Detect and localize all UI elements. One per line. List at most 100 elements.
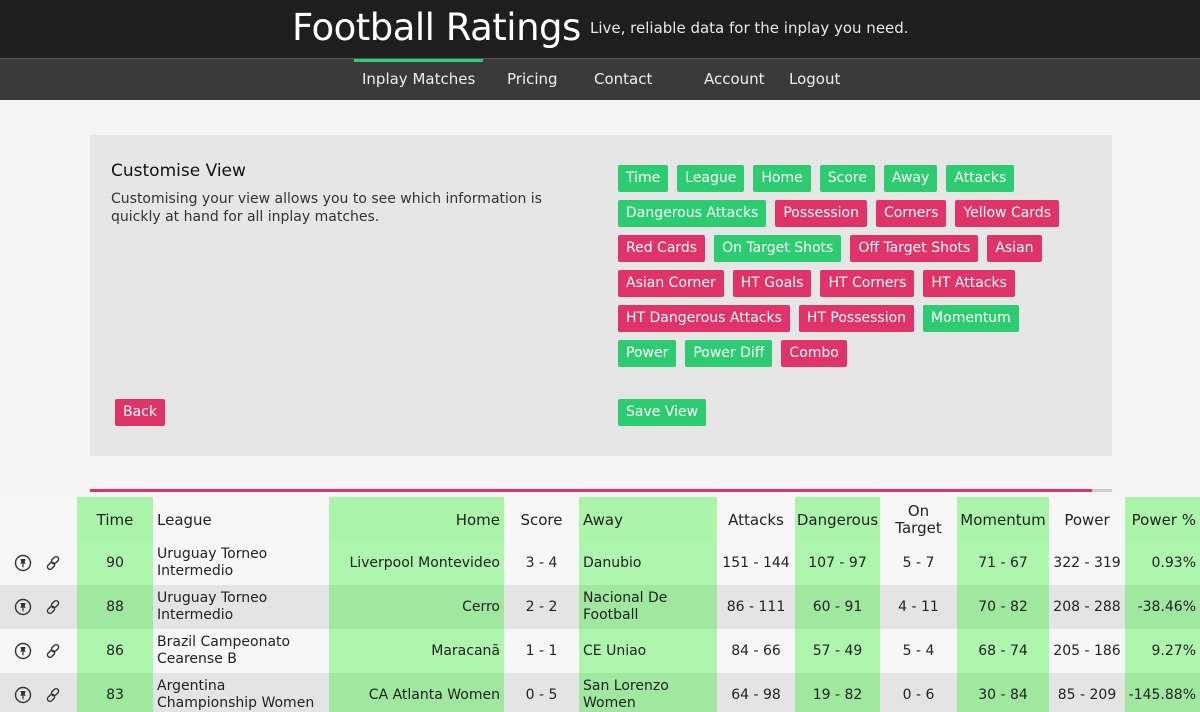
cell-text: 4 - 11 [898, 598, 939, 615]
toggle-ht-possession[interactable]: HT Possession [798, 305, 915, 332]
cell-text: 322 - 319 [1053, 554, 1121, 571]
cell-momentum: 68 - 74 [957, 629, 1049, 673]
cell-power-pct: -38.46% [1125, 585, 1200, 629]
cell-text: San Lorenzo Women [583, 678, 669, 711]
col-header-league[interactable]: League [153, 497, 329, 541]
cell-home: Cerro [329, 585, 504, 629]
nav-contact[interactable]: Contact [594, 70, 652, 88]
col-header-away[interactable]: Away [579, 497, 717, 541]
toggle-dangerous-attacks[interactable]: Dangerous Attacks [618, 200, 767, 227]
toggle-ht-corners[interactable]: HT Corners [820, 270, 915, 297]
toggle-league[interactable]: League [677, 165, 745, 192]
site-header: Football Ratings Live, reliable data for… [0, 0, 1200, 58]
cell-text: 208 - 288 [1053, 598, 1121, 615]
table-row[interactable]: 88 Uruguay Torneo Intermedio Cerro 2 - 2 Nac… [0, 585, 1200, 629]
panel-title: Customise View [111, 161, 246, 181]
cell-dangerous: 19 - 82 [795, 673, 880, 712]
site-title[interactable]: Football Ratings [292, 6, 581, 49]
progress-fill [90, 489, 1092, 492]
cell-home: CA Atlanta Women [329, 673, 504, 712]
row-actions [0, 629, 77, 673]
toggle-power[interactable]: Power [618, 340, 677, 367]
cell-text: CE Uniao [583, 642, 647, 659]
toggle-red-cards[interactable]: Red Cards [618, 235, 706, 262]
col-header-momentum[interactable]: Momentum [957, 497, 1049, 541]
pin-icon[interactable] [14, 598, 32, 616]
toggle-possession[interactable]: Possession [775, 200, 867, 227]
save-view-button[interactable]: Save View [618, 399, 707, 426]
cell-text: 88 [106, 598, 124, 615]
cell-text: 5 - 7 [902, 554, 935, 571]
col-header-score[interactable]: Score [504, 497, 579, 541]
cell-home: Liverpool Montevideo [329, 541, 504, 585]
pin-icon[interactable] [14, 686, 32, 704]
cell-attacks: 84 - 66 [717, 629, 795, 673]
cell-score: 2 - 2 [504, 585, 579, 629]
cell-attacks: 151 - 144 [717, 541, 795, 585]
toggle-time[interactable]: Time [618, 165, 669, 192]
cell-momentum: 30 - 84 [957, 673, 1049, 712]
pin-icon[interactable] [14, 554, 32, 572]
table-row[interactable]: 83 Argentina Championship Women CA Atlanta… [0, 673, 1200, 712]
row-actions [0, 541, 77, 585]
nav-inplay-matches[interactable]: Inplay Matches [353, 59, 484, 88]
chip-row: Power Power Diff Combo [618, 340, 1088, 367]
toggle-ht-attacks[interactable]: HT Attacks [923, 270, 1015, 297]
col-header-on-target[interactable]: On Target [880, 497, 957, 541]
col-header-power[interactable]: Power [1049, 497, 1125, 541]
toggle-score[interactable]: Score [819, 165, 875, 192]
toggle-ht-dangerous-attacks[interactable]: HT Dangerous Attacks [618, 305, 790, 332]
table-row[interactable]: 90 Uruguay Torneo Intermedio Liverpool Mon… [0, 541, 1200, 585]
back-button[interactable]: Back [115, 399, 165, 426]
col-header-attacks[interactable]: Attacks [717, 497, 795, 541]
col-header-dangerous[interactable]: Dangerous [795, 497, 880, 541]
pin-icon[interactable] [14, 642, 32, 660]
cell-power-pct: 0.93% [1125, 541, 1200, 585]
cell-text: Uruguay Torneo Intermedio [157, 546, 268, 579]
col-header-actions [0, 497, 77, 541]
toggle-asian[interactable]: Asian [987, 235, 1042, 262]
link-icon[interactable] [44, 642, 62, 660]
nav-logout[interactable]: Logout [789, 70, 840, 88]
cell-text: Maracanã [431, 642, 500, 659]
table-header-row: Time League Home Score Away Attacks Dangerous O… [0, 497, 1200, 541]
cell-away: CE Uniao [579, 629, 717, 673]
link-icon[interactable] [44, 598, 62, 616]
col-header-power-pct[interactable]: Power % [1125, 497, 1200, 541]
toggle-momentum[interactable]: Momentum [923, 305, 1019, 332]
toggle-off-target-shots[interactable]: Off Target Shots [850, 235, 979, 262]
toggle-away[interactable]: Away [883, 165, 938, 192]
toggle-home[interactable]: Home [753, 165, 811, 192]
table-row[interactable]: 86 Brazil Campeonato Cearense B Maracanã 1 … [0, 629, 1200, 673]
cell-text: -38.46% [1137, 598, 1196, 615]
toggle-attacks[interactable]: Attacks [946, 165, 1015, 192]
cell-attacks: 64 - 98 [717, 673, 795, 712]
cell-text: 5 - 4 [902, 642, 935, 659]
toggle-corners[interactable]: Corners [876, 200, 947, 227]
cell-dangerous: 107 - 97 [795, 541, 880, 585]
nav-pricing[interactable]: Pricing [507, 70, 558, 88]
link-icon[interactable] [44, 686, 62, 704]
cell-text: Cerro [462, 598, 500, 615]
refresh-progress-bar [90, 489, 1112, 492]
chip-row: Time League Home Score Away Attacks [618, 165, 1088, 192]
chip-row: Dangerous Attacks Possession Corners Yellow… [618, 200, 1088, 227]
toggle-ht-goals[interactable]: HT Goals [732, 270, 812, 297]
cell-on-target: 5 - 7 [880, 541, 957, 585]
col-header-home[interactable]: Home [329, 497, 504, 541]
cell-text: 0 - 6 [902, 686, 935, 703]
toggle-power-diff[interactable]: Power Diff [685, 340, 773, 367]
cell-dangerous: 60 - 91 [795, 585, 880, 629]
cell-score: 1 - 1 [504, 629, 579, 673]
toggle-on-target-shots[interactable]: On Target Shots [714, 235, 842, 262]
cell-power: 322 - 319 [1049, 541, 1125, 585]
main-nav: Inplay Matches Pricing Contact Account L… [0, 58, 1200, 100]
toggle-asian-corner[interactable]: Asian Corner [618, 270, 724, 297]
toggle-combo[interactable]: Combo [781, 340, 847, 367]
cell-text: -145.88% [1128, 686, 1196, 703]
col-header-time[interactable]: Time [77, 497, 153, 541]
cell-text: 151 - 144 [722, 554, 790, 571]
nav-account[interactable]: Account [704, 70, 765, 88]
link-icon[interactable] [44, 554, 62, 572]
toggle-yellow-cards[interactable]: Yellow Cards [955, 200, 1059, 227]
